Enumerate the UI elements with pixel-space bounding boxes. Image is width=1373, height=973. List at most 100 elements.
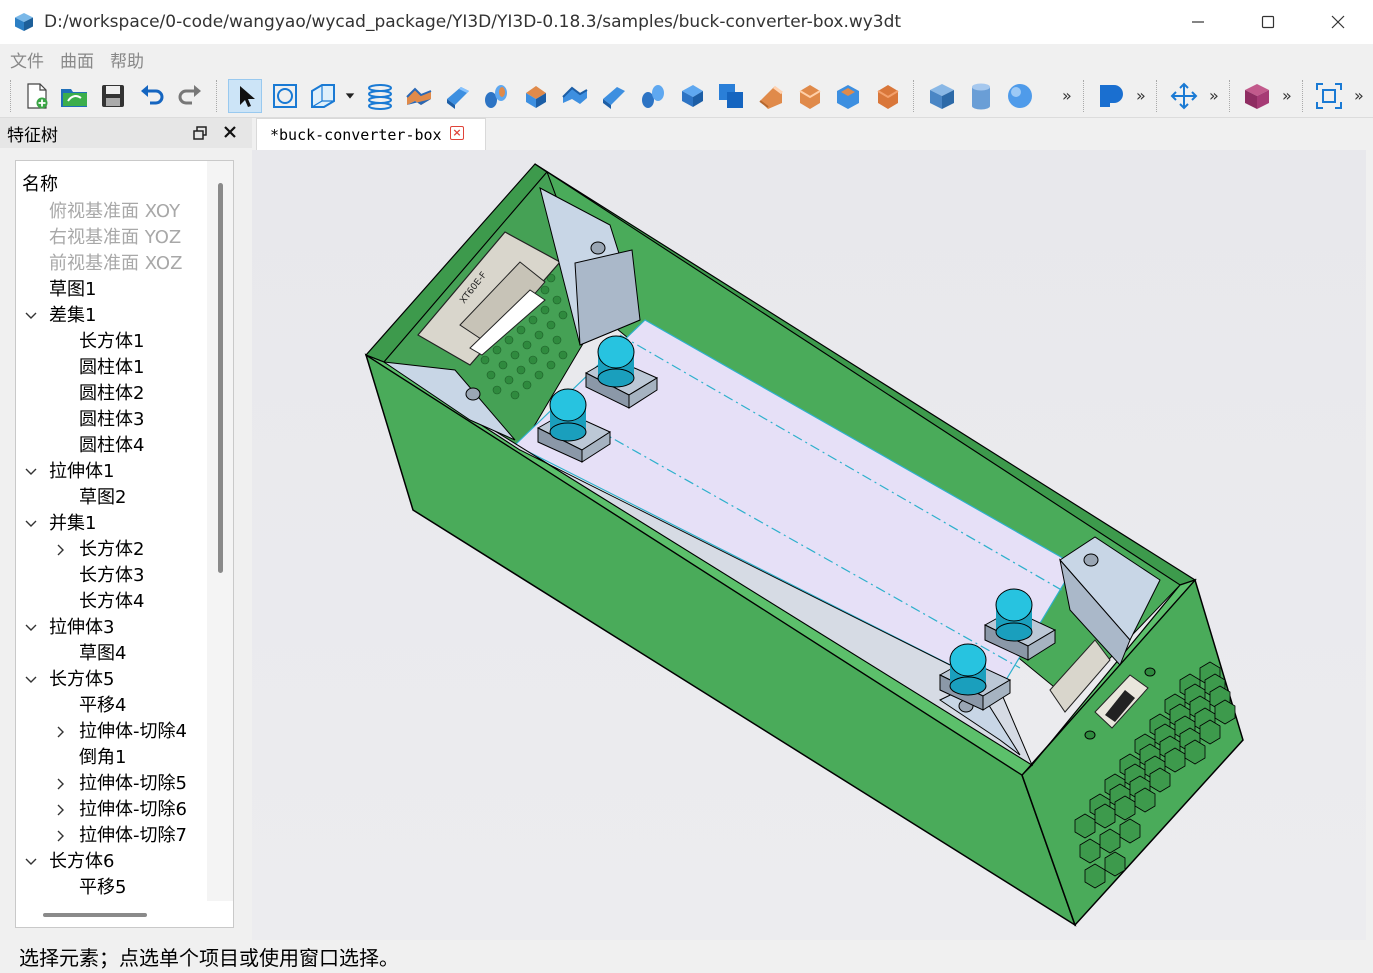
tree-item[interactable]: 草图1	[49, 277, 96, 303]
menu-help[interactable]: 帮助	[110, 47, 144, 72]
tree-item[interactable]: 草图4	[79, 641, 126, 667]
chevron-right-icon[interactable]	[54, 829, 68, 843]
tree-item[interactable]: 前视基准面 XOZ	[49, 251, 182, 277]
chamfer-button[interactable]	[792, 79, 826, 113]
shape-button[interactable]	[1094, 79, 1128, 113]
tree-item[interactable]: 并集1	[25, 511, 96, 537]
toolbar-overflow-4[interactable]: »	[1282, 86, 1292, 105]
tree-item[interactable]: 平移4	[79, 693, 126, 719]
float-dock-icon[interactable]	[192, 125, 208, 141]
move-button[interactable]	[1167, 79, 1201, 113]
document-tab[interactable]: *buck-converter-box ×	[256, 118, 486, 150]
tree-item[interactable]: 右视基准面 YOZ	[49, 225, 181, 251]
extrude-button[interactable]	[402, 79, 436, 113]
chevron-down-icon[interactable]	[24, 855, 38, 869]
tree-item[interactable]: 拉伸体3	[25, 615, 114, 641]
box-model[interactable]: XT60E-F	[252, 150, 1373, 940]
toolbar-separator	[1083, 80, 1084, 112]
draft-button[interactable]	[870, 79, 904, 113]
close-tab-icon[interactable]: ×	[450, 126, 464, 140]
sketch-rect-button[interactable]	[268, 79, 302, 113]
tree-item[interactable]: 草图2	[79, 485, 126, 511]
menu-surface[interactable]: 曲面	[60, 47, 94, 72]
toolbar-overflow-2[interactable]: »	[1136, 86, 1146, 105]
tree-item-label: 圆柱体4	[79, 435, 145, 456]
tree-item-label: 草图1	[49, 279, 97, 300]
tree-item[interactable]: 长方体4	[79, 589, 144, 615]
chevron-down-icon[interactable]	[24, 309, 38, 323]
chevron-right-icon[interactable]	[54, 725, 68, 739]
tree-item-label: 平移4	[79, 695, 127, 716]
fillet-button[interactable]	[754, 79, 788, 113]
minimize-button[interactable]	[1163, 0, 1233, 44]
boolean-icon	[719, 84, 743, 108]
toolbar-overflow-5[interactable]: »	[1354, 86, 1364, 105]
tree-item-label: 长方体6	[49, 851, 115, 872]
close-window-button[interactable]	[1303, 0, 1373, 44]
plane-button[interactable]	[306, 79, 340, 113]
tree-item[interactable]: 圆柱体4	[79, 433, 144, 459]
new-file-button[interactable]	[20, 79, 54, 113]
tree-item[interactable]: 拉伸体-切除6	[57, 797, 187, 823]
cut-extrude-button[interactable]	[558, 79, 592, 113]
tree-item[interactable]: 长方体5	[25, 667, 114, 693]
tree-horizontal-scrollbar[interactable]	[43, 913, 147, 917]
boolean-button[interactable]	[714, 79, 748, 113]
tree-item-label: 拉伸体-切除4	[79, 721, 187, 742]
close-dock-icon[interactable]	[222, 124, 238, 140]
select-tool-button[interactable]	[228, 79, 262, 113]
viewport-scrollbar[interactable]	[1366, 150, 1373, 940]
cut-loft-button[interactable]	[675, 79, 709, 113]
close-icon	[1331, 15, 1345, 29]
chevron-down-icon[interactable]	[24, 465, 38, 479]
tree-item[interactable]: 拉伸体-切除4	[57, 719, 187, 745]
tree-item[interactable]: 拉伸体-切除5	[57, 771, 187, 797]
chevron-down-icon[interactable]	[24, 673, 38, 687]
tree-item[interactable]: 长方体6	[25, 849, 115, 875]
tree-item[interactable]: 俯视基准面 XOY	[49, 199, 180, 225]
cut-revolve-button[interactable]	[597, 79, 631, 113]
helix-button[interactable]	[363, 79, 397, 113]
cylinder-primitive-button[interactable]	[964, 79, 998, 113]
toolbar-overflow-3[interactable]: »	[1209, 86, 1219, 105]
tree-item[interactable]: 长方体1	[79, 329, 144, 355]
tree-item[interactable]: 圆柱体1	[79, 355, 144, 381]
tree-item[interactable]: 倒角1	[79, 745, 126, 771]
tree-vertical-scrollbar[interactable]	[218, 183, 223, 573]
loft-button[interactable]	[518, 79, 552, 113]
tree-item[interactable]: 差集1	[25, 303, 96, 329]
chevron-right-icon[interactable]	[54, 543, 68, 557]
redo-button[interactable]	[173, 79, 207, 113]
plane-dropdown-button[interactable]	[341, 79, 359, 113]
shell-button[interactable]	[831, 79, 865, 113]
save-button[interactable]	[96, 79, 130, 113]
chevron-right-icon[interactable]	[54, 777, 68, 791]
maximize-button[interactable]	[1233, 0, 1303, 44]
sphere-primitive-button[interactable]	[1003, 79, 1037, 113]
sweep-button[interactable]	[479, 79, 513, 113]
cut-sweep-button[interactable]	[636, 79, 670, 113]
material-button[interactable]	[1240, 79, 1274, 113]
toolbar-overflow-1[interactable]: »	[1062, 86, 1072, 105]
tree-item-label: 前视基准面 XOZ	[49, 253, 183, 274]
undo-button[interactable]	[135, 79, 169, 113]
title-bar: D:/workspace/0-code/wangyao/wycad_packag…	[0, 0, 1373, 44]
toolbar-grip	[10, 80, 11, 112]
tree-item[interactable]: 拉伸体1	[25, 459, 114, 485]
chevron-down-icon[interactable]	[24, 621, 38, 635]
dock-title: 特征树	[7, 125, 58, 146]
chevron-right-icon[interactable]	[54, 803, 68, 817]
tree-item[interactable]: 拉伸体-切除7	[57, 823, 187, 849]
open-file-button[interactable]	[57, 79, 91, 113]
tree-item[interactable]: 平移5	[79, 875, 126, 901]
tree-item[interactable]: 长方体2	[57, 537, 144, 563]
fit-view-button[interactable]	[1312, 79, 1346, 113]
tree-item[interactable]: 圆柱体2	[79, 381, 144, 407]
menu-file[interactable]: 文件	[10, 47, 44, 72]
chevron-down-icon[interactable]	[24, 517, 38, 531]
box-primitive-button[interactable]	[925, 79, 959, 113]
tree-item[interactable]: 长方体3	[79, 563, 144, 589]
tree-item[interactable]: 圆柱体3	[79, 407, 144, 433]
revolve-button[interactable]	[441, 79, 475, 113]
3d-viewport[interactable]: XT60E-F	[252, 150, 1373, 940]
